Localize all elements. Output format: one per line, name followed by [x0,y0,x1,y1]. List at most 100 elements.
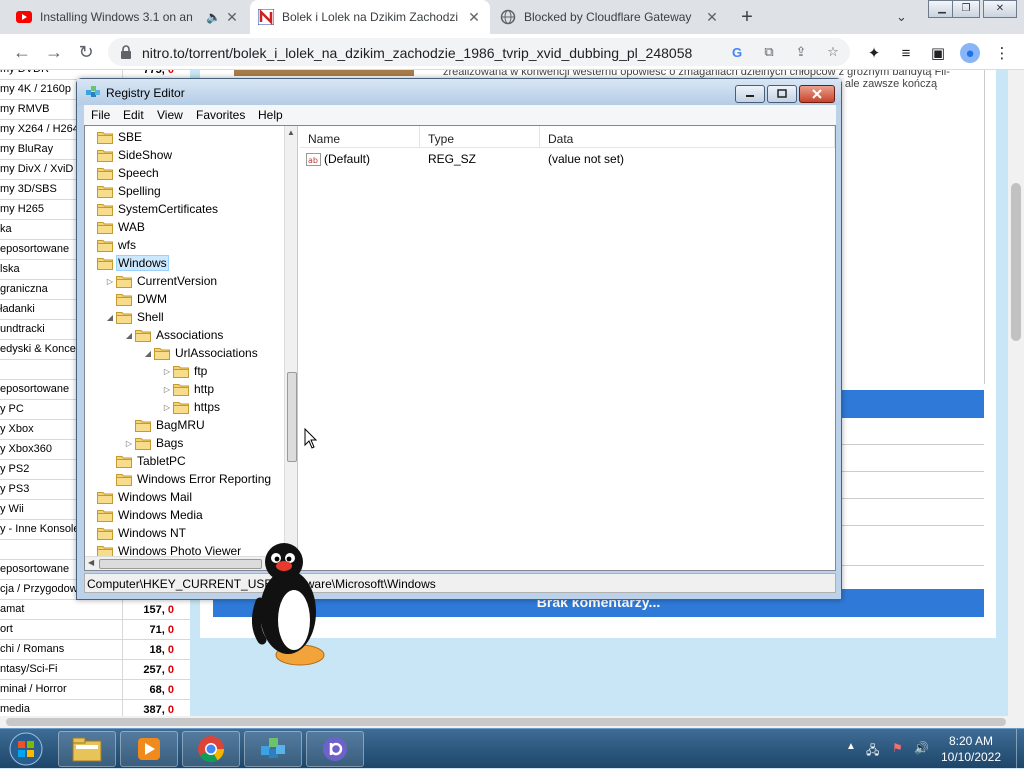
show-hidden-icons-icon[interactable]: ▲ [846,741,856,752]
start-button[interactable] [4,729,48,769]
tree-node[interactable]: wfs [85,236,138,254]
category-name[interactable]: ntasy/Sci-Fi [0,663,120,675]
profile-avatar-icon[interactable]: ● [960,43,980,63]
speaker-icon[interactable]: 🔈 [206,10,221,24]
category-name[interactable]: ort [0,623,120,635]
expand-arrow-icon[interactable]: ◢ [123,331,135,340]
show-desktop-button[interactable] [1016,729,1024,769]
menu-favorites[interactable]: Favorites [196,108,245,122]
taskbar-explorer[interactable] [58,731,116,767]
google-icon[interactable]: G [728,43,746,61]
network-icon[interactable]: 🖧 [866,741,879,762]
menu-help[interactable]: Help [258,108,283,122]
tab-cloudflare[interactable]: Blocked by Cloudflare Gateway ✕ [492,0,728,34]
tree-node[interactable]: SideShow [85,146,174,164]
tree-node[interactable]: ▷ CurrentVersion [104,272,219,290]
menu-view[interactable]: View [157,108,183,122]
tab-nitro[interactable]: Bolek i Lolek na Dzikim Zachodzi ✕ [250,0,490,34]
system-clock[interactable]: 8:20 AM 10/10/2022 [930,733,1012,765]
menu-kebab-icon[interactable]: ⋮ [992,43,1012,63]
scroll-up-arrow-icon[interactable]: ▲ [287,128,295,137]
category-name[interactable]: amat [0,603,120,615]
reload-icon[interactable]: ↻ [74,40,98,64]
menu-file[interactable]: File [91,108,110,122]
tree-node[interactable]: Windows Media [85,506,205,524]
expand-arrow-icon[interactable]: ▷ [123,439,135,448]
expand-arrow-icon[interactable]: ◢ [104,313,116,322]
tree-node[interactable]: ▷ http [161,380,216,398]
expand-arrow-icon[interactable]: ▷ [104,277,116,286]
value-row[interactable]: ab (Default) REG_SZ (value not set) [300,148,835,168]
column-header-name[interactable]: Name [300,126,420,148]
back-arrow-icon[interactable]: ← [10,40,34,64]
tree-node[interactable]: Windows NT [85,524,188,542]
new-tab-button[interactable]: + [737,7,757,27]
tab-youtube[interactable]: Installing Windows 3.1 on an 🔈 ✕ [8,0,248,34]
page-hscroll-thumb[interactable] [6,718,1006,726]
taskbar-regedit[interactable] [244,731,302,767]
bookmark-star-icon[interactable]: ☆ [824,43,842,61]
column-header-data[interactable]: Data [540,126,835,148]
media-control-icon[interactable]: ≡ [896,43,916,63]
tab-search-chevron-icon[interactable]: ⌄ [896,9,907,25]
tree-node[interactable]: Windows Mail [85,488,194,506]
tree-node[interactable]: Speech [85,164,161,182]
tree-node[interactable]: TabletPC [104,452,188,470]
tree-node[interactable]: ◢ UrlAssociations [142,344,260,362]
extensions-puzzle-icon[interactable]: ✦ [864,43,884,63]
translate-icon[interactable]: ⧉ [760,43,778,61]
column-header-type[interactable]: Type [420,126,540,148]
category-row[interactable]: chi / Romans 18, 0 [0,640,190,660]
side-panel-icon[interactable]: ▣ [928,43,948,63]
scroll-left-arrow-icon[interactable]: ◀ [88,558,94,567]
category-name[interactable]: chi / Romans [0,643,120,655]
tree-node[interactable]: DWM [104,290,169,308]
category-row[interactable]: minał / Horror 68, 0 [0,680,190,700]
minimize-button[interactable] [735,85,765,103]
tree-node[interactable]: SystemCertificates [85,200,220,218]
action-center-flag-icon[interactable]: ⚑ [892,741,903,755]
key-tree[interactable]: SBE SideShow Speech Spelling SystemCertifica… [85,126,298,570]
tab-close-icon[interactable]: ✕ [224,9,240,26]
tree-node[interactable]: Windows [85,254,169,272]
maximize-button[interactable] [767,85,797,103]
share-icon[interactable]: ⇪ [792,43,810,61]
tree-hscroll-thumb[interactable] [99,559,262,569]
category-row[interactable]: ntasy/Sci-Fi 257, 0 [0,660,190,680]
tab-close-icon[interactable]: ✕ [466,9,482,26]
category-name[interactable]: minał / Horror [0,683,120,695]
volume-icon[interactable]: 🔊 [914,741,929,755]
expand-arrow-icon[interactable]: ▷ [161,385,173,394]
forward-arrow-icon[interactable]: → [42,40,66,64]
expand-arrow-icon[interactable]: ▷ [161,367,173,376]
taskbar-bittorrent[interactable] [306,731,364,767]
tree-scroll-thumb[interactable] [287,372,297,462]
tree-node[interactable]: Windows Error Reporting [104,470,273,488]
address-bar[interactable]: nitro.to/torrent/bolek_i_lolek_na_dzikim… [108,38,850,66]
menu-edit[interactable]: Edit [123,108,144,122]
category-name[interactable]: media [0,703,120,715]
tree-node[interactable]: ▷ Bags [123,434,185,452]
category-row[interactable]: media 387, 0 [0,700,190,716]
category-row[interactable]: ort 71, 0 [0,620,190,640]
close-button[interactable] [799,85,835,103]
tree-node[interactable]: ◢ Associations [123,326,225,344]
category-name[interactable]: my DVDR [0,70,120,75]
tab-close-icon[interactable]: ✕ [704,9,720,26]
tree-node[interactable]: ▷ ftp [161,362,209,380]
title-bar[interactable]: Registry Editor [77,79,841,105]
expand-arrow-icon[interactable]: ▷ [161,403,173,412]
tree-vertical-scrollbar[interactable]: ▲ ▼ [284,126,297,556]
tree-node[interactable]: ◢ Shell [104,308,166,326]
tree-node[interactable]: ▷ https [161,398,222,416]
window-close-button[interactable]: ✕ [983,0,1017,18]
tree-node[interactable]: Spelling [85,182,163,200]
tree-node[interactable]: WAB [85,218,147,236]
taskbar-chrome[interactable] [182,731,240,767]
tree-node[interactable]: SBE [85,128,144,146]
page-vertical-scrollbar[interactable] [1008,70,1024,716]
window-restore-button[interactable]: ❐ [952,0,980,18]
expand-arrow-icon[interactable]: ◢ [142,349,154,358]
category-row[interactable]: amat 157, 0 [0,600,190,620]
taskbar-media-player[interactable] [120,731,178,767]
